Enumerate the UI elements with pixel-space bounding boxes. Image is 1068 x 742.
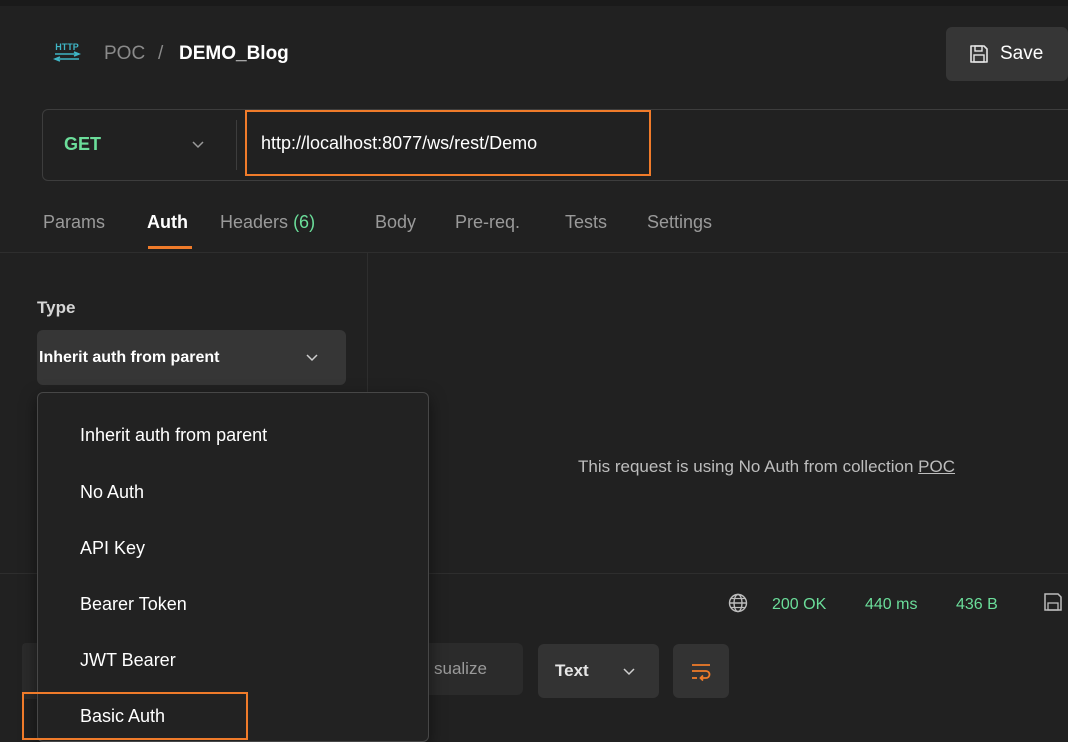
auth-option-jwt-bearer[interactable]: JWT Bearer (80, 650, 176, 671)
basic-auth-highlight (22, 692, 248, 740)
top-strip (0, 0, 1068, 6)
auth-type-select[interactable]: Inherit auth from parent (37, 330, 346, 385)
auth-type-label: Type (37, 298, 76, 317)
response-status: 200 OK (772, 596, 827, 613)
auth-option-api-key[interactable]: API Key (80, 538, 145, 559)
headers-count-badge: (6) (293, 212, 316, 232)
wrap-lines-button[interactable] (673, 644, 729, 698)
wrap-lines-icon (692, 664, 711, 681)
tab-pre-request[interactable]: Pre-req. (455, 212, 520, 233)
active-tab-indicator (148, 246, 192, 249)
url-divider (236, 120, 237, 170)
tab-body[interactable]: Body (375, 212, 416, 233)
response-time: 440 ms (865, 596, 918, 613)
tab-headers[interactable]: Headers (6) (220, 212, 315, 233)
visualize-label: sualize (434, 659, 487, 678)
collection-link[interactable]: POC (918, 457, 955, 476)
save-response-icon[interactable] (1042, 591, 1064, 613)
auth-info-text: This request is using No Auth from colle… (578, 457, 914, 476)
auth-info-message: This request is using No Auth from colle… (578, 457, 955, 477)
response-format-value: Text (555, 661, 589, 680)
method-selector[interactable]: GET (64, 134, 101, 155)
breadcrumb-collection[interactable]: POC (104, 43, 145, 65)
auth-option-no-auth[interactable]: No Auth (80, 482, 144, 503)
save-button[interactable]: Save (946, 27, 1068, 81)
request-title[interactable]: DEMO_Blog (179, 43, 289, 65)
url-input[interactable]: http://localhost:8077/ws/rest/Demo (245, 110, 651, 176)
response-size: 436 B (956, 596, 998, 613)
svg-text:HTTP: HTTP (55, 42, 79, 52)
globe-icon[interactable] (727, 592, 749, 614)
tabs-divider (0, 252, 1068, 253)
breadcrumb-separator: / (158, 43, 164, 64)
auth-option-inherit[interactable]: Inherit auth from parent (80, 425, 267, 446)
auth-type-value: Inherit auth from parent (39, 348, 220, 366)
http-request-icon: HTTP (52, 42, 82, 62)
save-icon (970, 45, 988, 63)
tab-params[interactable]: Params (43, 212, 105, 233)
response-format-select[interactable]: Text (538, 644, 659, 698)
tab-auth[interactable]: Auth (147, 212, 188, 233)
chevron-down-icon (306, 354, 318, 362)
tab-headers-label: Headers (220, 212, 289, 232)
chevron-down-icon[interactable] (190, 136, 206, 152)
save-button-label: Save (1000, 43, 1044, 64)
tab-settings[interactable]: Settings (647, 212, 712, 233)
chevron-down-icon (623, 668, 635, 676)
auth-option-bearer-token[interactable]: Bearer Token (80, 594, 187, 615)
tab-tests[interactable]: Tests (565, 212, 607, 233)
